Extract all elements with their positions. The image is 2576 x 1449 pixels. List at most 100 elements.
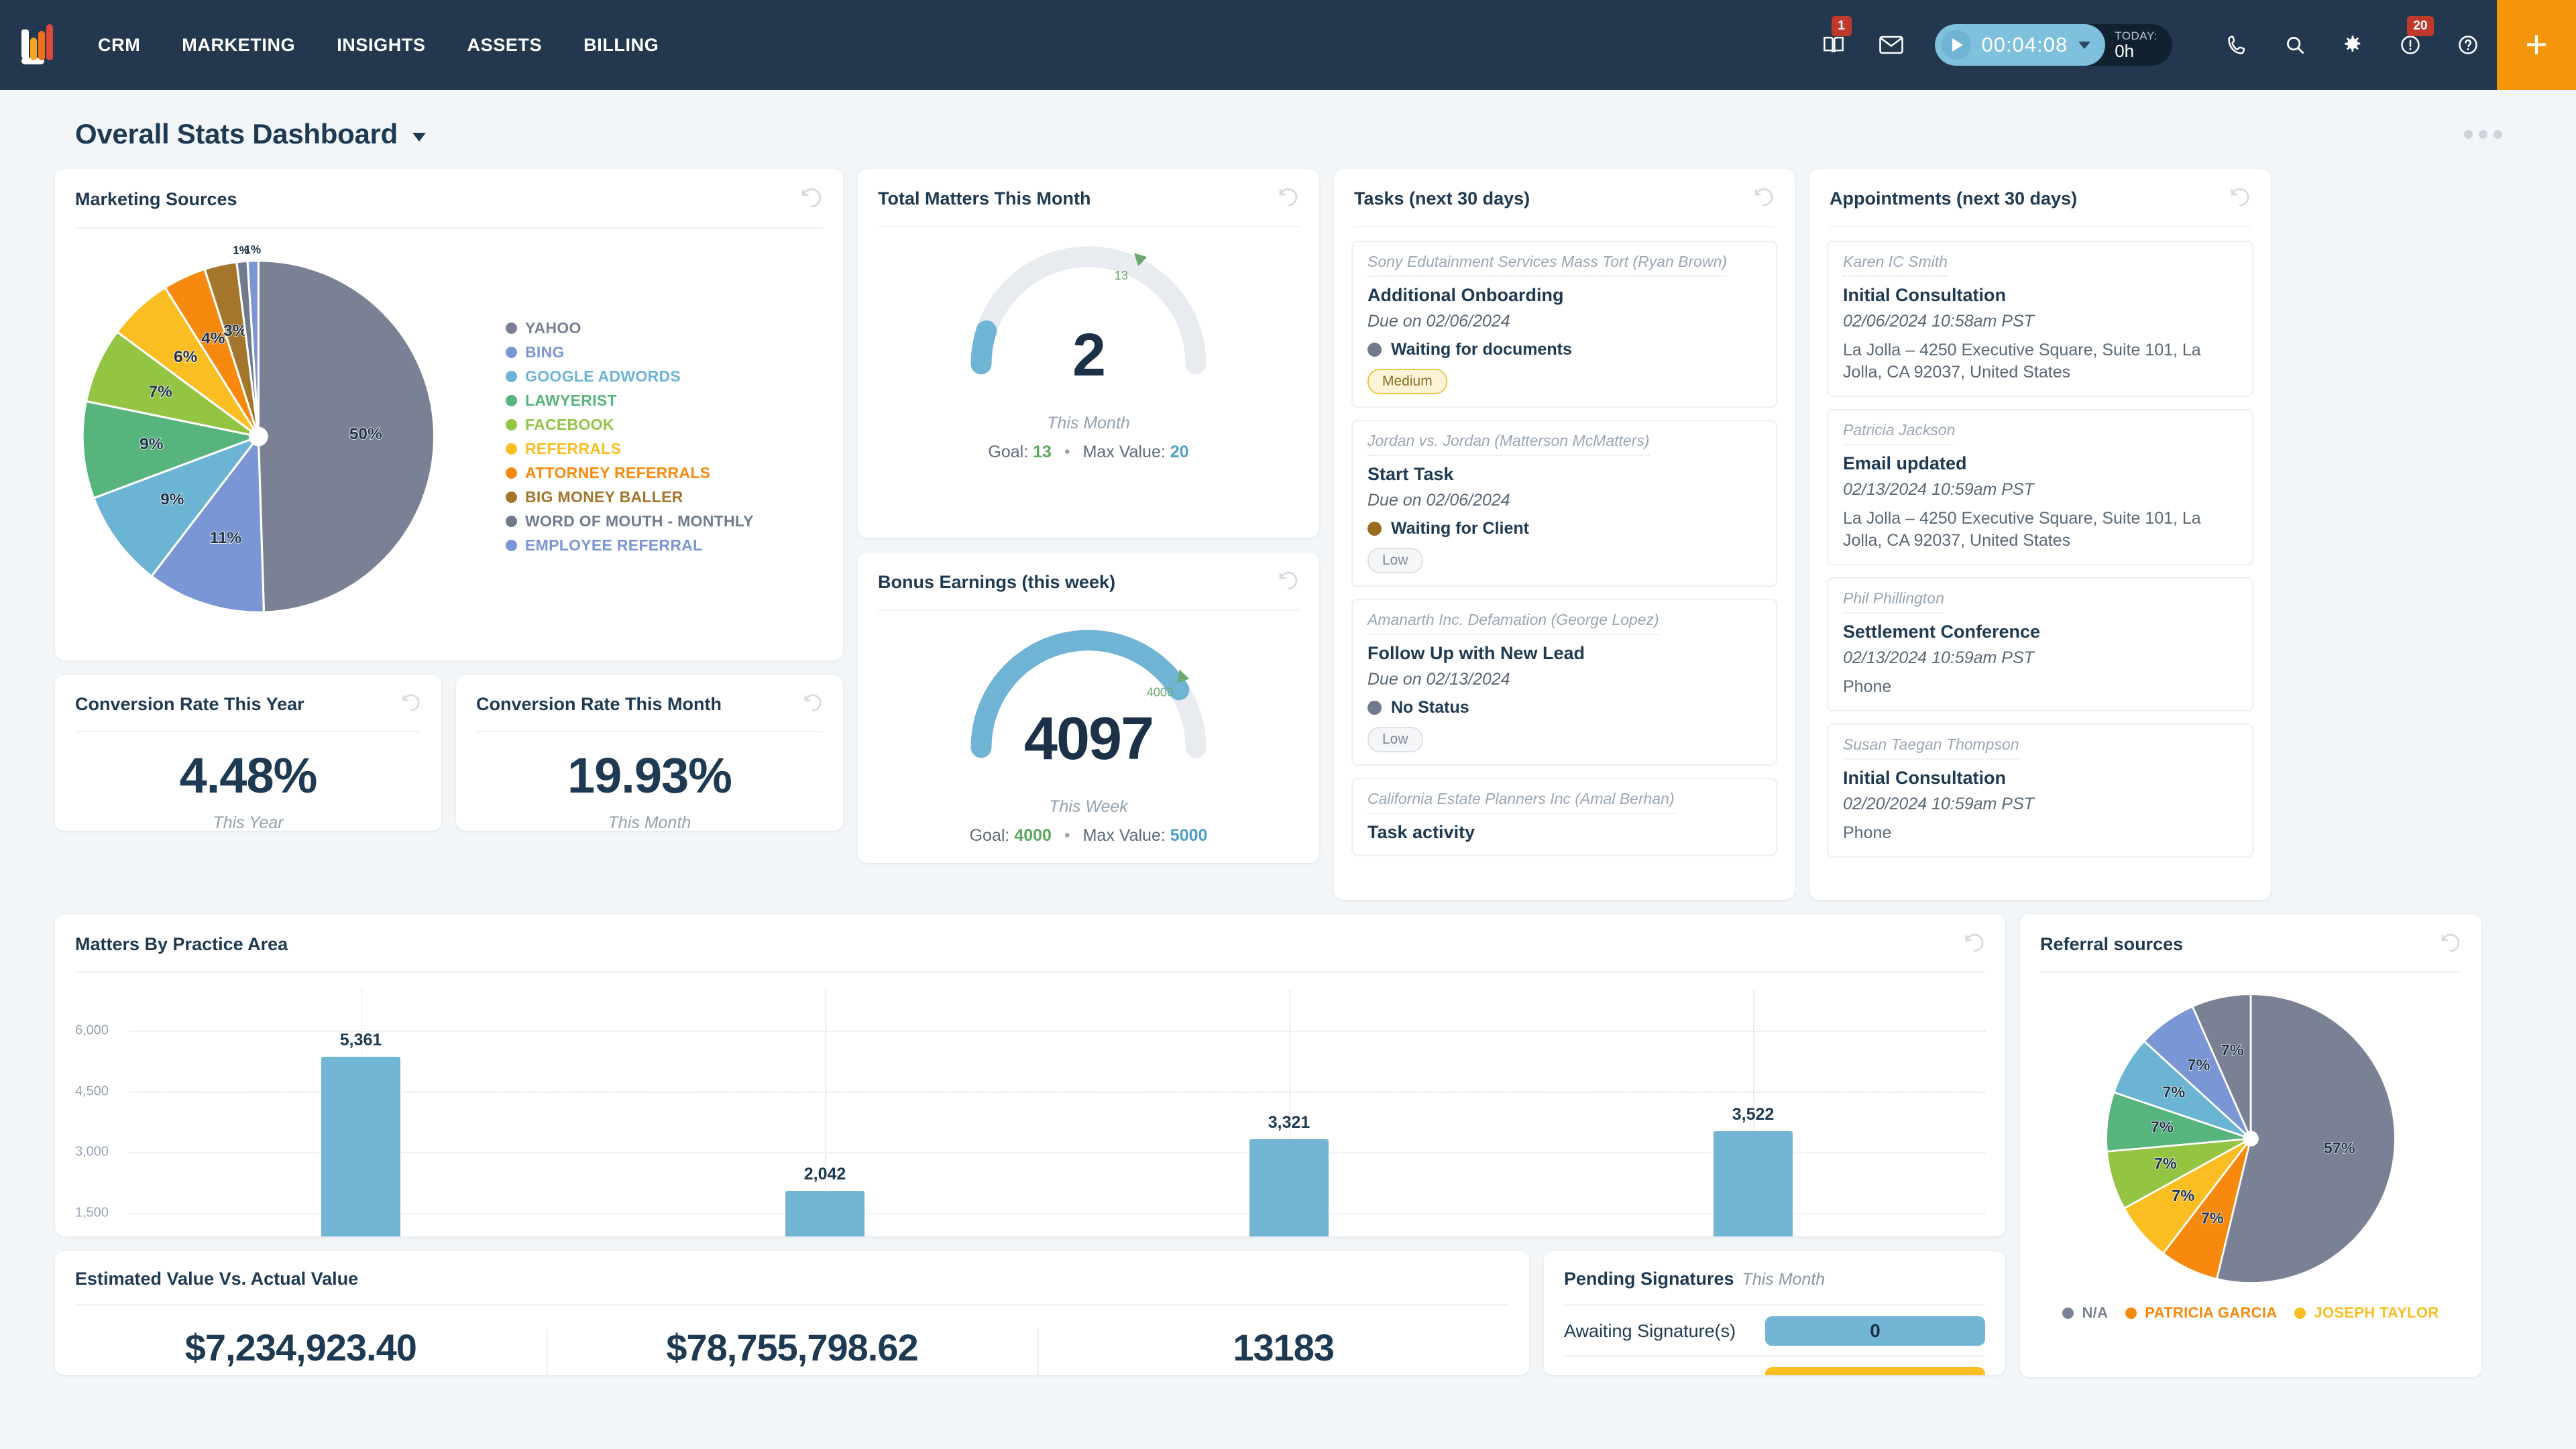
task-title: Follow Up with New Lead — [1367, 643, 1761, 664]
refresh-icon[interactable] — [401, 693, 421, 716]
legend-item[interactable]: FACEBOOK — [506, 416, 754, 434]
legend-item[interactable]: WORD OF MOUTH - MONTHLY — [506, 512, 754, 530]
search-icon[interactable] — [2266, 0, 2324, 90]
card-conversion-rate-month: Conversion Rate This Month 19.93% This M… — [456, 675, 843, 831]
bar[interactable] — [785, 1191, 864, 1236]
nav-link-assets[interactable]: ASSETS — [467, 35, 543, 56]
nav-link-crm[interactable]: CRM — [98, 35, 140, 56]
svg-text:7%: 7% — [149, 383, 173, 401]
alert-badge: 20 — [2407, 16, 2434, 36]
task-status: No Status — [1367, 698, 1761, 717]
task-matter: Jordan vs. Jordan (Matterson McMatters) — [1367, 432, 1650, 456]
task-item[interactable]: California Estate Planners Inc (Amal Ber… — [1351, 778, 1777, 856]
nav-link-insights[interactable]: INSIGHTS — [337, 35, 425, 56]
signature-row[interactable] — [1544, 1356, 2005, 1375]
task-matter: Sony Edutainment Services Mass Tort (Rya… — [1367, 253, 1727, 277]
dashboard-select-chevron-down-icon[interactable] — [412, 133, 426, 141]
bar[interactable] — [321, 1057, 400, 1236]
refresh-icon[interactable] — [1278, 186, 1299, 211]
legend-item[interactable]: JOSEPH TAYLOR — [2294, 1304, 2439, 1322]
gear-icon[interactable] — [2324, 0, 2382, 90]
legend-item[interactable]: YAHOO — [506, 319, 754, 337]
task-item[interactable]: Amanarth Inc. Defamation (George Lopez) … — [1351, 599, 1777, 766]
refresh-icon[interactable] — [2440, 932, 2461, 957]
status-dot-icon — [1367, 522, 1382, 536]
conversion-month-value: 19.93% — [456, 747, 843, 804]
refresh-icon[interactable] — [2229, 186, 2251, 211]
app-logo[interactable] — [0, 24, 79, 66]
bar-value-label: 3,321 — [1057, 1113, 1521, 1133]
legend-color-dot — [506, 516, 517, 527]
refresh-icon[interactable] — [1753, 186, 1775, 211]
legend-item[interactable]: ATTORNEY REFERRALS — [506, 464, 754, 482]
card-matters-by-practice-area: Matters By Practice Area 6,0004,5003,000… — [55, 915, 2005, 1236]
conversion-month-caption: This Month — [456, 813, 843, 831]
max-label: Max Value: — [1083, 826, 1166, 845]
card-title-conversion-year: Conversion Rate This Year — [75, 694, 304, 715]
legend-color-dot — [506, 419, 517, 430]
task-item[interactable]: Sony Edutainment Services Mass Tort (Rya… — [1351, 241, 1777, 408]
legend-label: YAHOO — [525, 319, 581, 337]
task-item[interactable]: Jordan vs. Jordan (Matterson McMatters) … — [1351, 420, 1777, 587]
timer-value: 00:04:08 — [1982, 33, 2068, 57]
svg-text:7%: 7% — [2172, 1187, 2194, 1204]
refresh-icon[interactable] — [803, 693, 823, 716]
priority-badge: Low — [1367, 548, 1423, 573]
bar-column[interactable]: 2,042 — [593, 990, 1057, 1236]
legend-item[interactable]: REFERRALS — [506, 440, 754, 458]
marketing-sources-legend: YAHOO BING GOOGLE ADWORDS LAWYERIST FACEBOOK… — [498, 319, 754, 555]
estimated-value-number: $78,755,798.62 — [547, 1326, 1038, 1369]
appointment-item[interactable]: Patricia Jackson Email updated 02/13/202… — [1827, 409, 2253, 565]
phone-icon[interactable] — [2208, 0, 2266, 90]
legend-color-dot — [506, 540, 517, 551]
refresh-icon[interactable] — [1964, 932, 1985, 957]
card-title-pending-signatures: Pending SignaturesThis Month — [1564, 1269, 1825, 1289]
legend-label: JOSEPH TAYLOR — [2314, 1304, 2439, 1322]
legend-label: EMPLOYEE REFERRAL — [525, 536, 703, 555]
page-options-menu[interactable] — [2464, 130, 2502, 139]
nav-link-marketing[interactable]: MARKETING — [182, 35, 295, 56]
mail-icon[interactable] — [1862, 0, 1920, 90]
referral-sources-pie-chart: 57%7%7%7%7%7%7%7% — [2020, 973, 2481, 1299]
status-dot-icon — [1367, 343, 1382, 357]
time-tracker-widget[interactable]: 00:04:08 TODAY: 0h — [1935, 24, 2172, 66]
book-icon[interactable]: 1 — [1805, 0, 1862, 90]
bar-column[interactable]: 3,522 — [1521, 990, 1985, 1236]
bar[interactable] — [1714, 1131, 1793, 1236]
add-new-button[interactable]: + — [2497, 0, 2576, 90]
chevron-down-icon[interactable] — [2078, 42, 2090, 49]
priority-badge: Medium — [1367, 369, 1447, 394]
legend-item[interactable]: BIG MONEY BALLER — [506, 488, 754, 506]
task-matter: Amanarth Inc. Defamation (George Lopez) — [1367, 611, 1659, 635]
card-appointments: Appointments (next 30 days) Karen IC Smi… — [1809, 169, 2271, 900]
legend-item[interactable]: GOOGLE ADWORDS — [506, 367, 754, 386]
appointment-item[interactable]: Karen IC Smith Initial Consultation 02/0… — [1827, 241, 2253, 397]
signature-row[interactable]: Awaiting Signature(s) 0 — [1544, 1306, 2005, 1346]
legend-item[interactable]: BING — [506, 343, 754, 361]
bar[interactable] — [1249, 1139, 1329, 1236]
card-referral-sources: Referral sources 57%7%7%7%7%7%7%7% N/APA… — [2020, 915, 2481, 1377]
refresh-icon[interactable] — [800, 186, 823, 213]
help-icon[interactable] — [2439, 0, 2497, 90]
refresh-icon[interactable] — [1278, 570, 1299, 595]
nav-link-billing[interactable]: BILLING — [583, 35, 659, 56]
y-axis-tick: 6,000 — [75, 1023, 109, 1039]
legend-item[interactable]: N/A — [2062, 1304, 2108, 1322]
appointment-item[interactable]: Susan Taegan Thompson Initial Consultati… — [1827, 723, 2253, 858]
timer-run-area[interactable]: 00:04:08 — [1935, 24, 2106, 66]
estimated-value-cell: $7,234,923.40 — [55, 1326, 547, 1369]
card-title-estimated-actual: Estimated Value Vs. Actual Value — [75, 1269, 358, 1289]
alert-icon[interactable]: 20 — [2382, 0, 2439, 90]
appointment-person: Patricia Jackson — [1843, 421, 1955, 445]
legend-item[interactable]: LAWYERIST — [506, 392, 754, 410]
svg-text:4%: 4% — [201, 329, 225, 347]
estimated-value-cell: $78,755,798.62 — [547, 1326, 1038, 1369]
play-icon[interactable] — [1942, 30, 1971, 60]
svg-text:50%: 50% — [349, 425, 382, 443]
bar-column[interactable]: 3,321 — [1057, 990, 1521, 1236]
legend-item[interactable]: EMPLOYEE REFERRAL — [506, 536, 754, 555]
appointment-item[interactable]: Phil Phillington Settlement Conference 0… — [1827, 577, 2253, 711]
legend-item[interactable]: PATRICIA GARCIA — [2125, 1304, 2277, 1322]
bar-column[interactable]: 5,361 — [129, 990, 593, 1236]
appointment-location: La Jolla – 4250 Executive Square, Suite … — [1843, 508, 2237, 552]
